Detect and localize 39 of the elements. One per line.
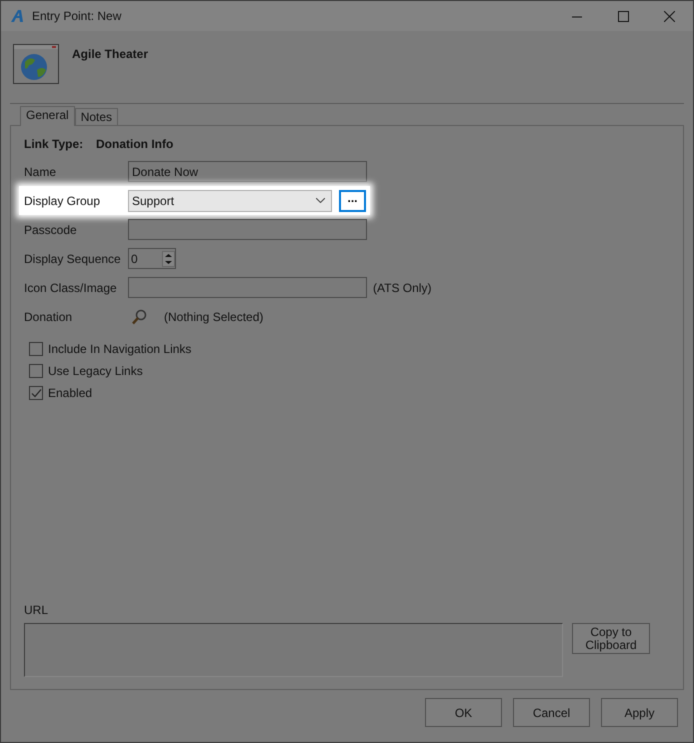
dialog-button[interactable]: Cancel bbox=[513, 698, 590, 727]
up-down-arrows-icon[interactable] bbox=[162, 250, 175, 266]
magnifier-icon[interactable] bbox=[131, 308, 147, 324]
checkbox[interactable] bbox=[29, 386, 43, 400]
number-spinner[interactable]: 0 bbox=[128, 248, 176, 269]
input-field[interactable] bbox=[128, 277, 367, 298]
dialog-button[interactable]: OK bbox=[425, 698, 502, 727]
checkbox-label[interactable]: Enabled bbox=[48, 386, 92, 400]
close-icon[interactable] bbox=[664, 10, 675, 22]
browse-button[interactable]: ... bbox=[339, 190, 366, 212]
copy-button[interactable]: Copy to Clipboard bbox=[572, 623, 650, 654]
tab[interactable]: Notes bbox=[74, 108, 118, 125]
selection-text: (Nothing Selected) bbox=[164, 310, 264, 324]
checkbox[interactable] bbox=[29, 342, 43, 356]
field-label: Donation bbox=[24, 310, 74, 324]
chevron-down-icon bbox=[316, 198, 325, 203]
link-type-label: Link Type: bbox=[24, 137, 84, 151]
dialog-button[interactable]: Apply bbox=[601, 698, 678, 727]
field-label: Passcode bbox=[24, 222, 78, 236]
checkbox-label[interactable]: Use Legacy Links bbox=[48, 364, 143, 378]
input-field[interactable]: Donate Now bbox=[128, 161, 367, 182]
logo-icon bbox=[10, 9, 26, 23]
url-label: URL bbox=[24, 603, 50, 617]
dropdown[interactable]: Support bbox=[128, 190, 332, 212]
maximize-icon[interactable] bbox=[618, 10, 629, 22]
field-label: Display Group bbox=[24, 194, 102, 208]
globe-window-icon bbox=[13, 44, 59, 84]
window-title: Entry Point: New bbox=[32, 9, 122, 23]
field-label: Name bbox=[24, 164, 58, 178]
input-field[interactable] bbox=[128, 219, 367, 240]
checkbox-label[interactable]: Include In Navigation Links bbox=[48, 342, 192, 356]
field-note: (ATS Only) bbox=[373, 280, 432, 294]
field-label: Icon Class/Image bbox=[24, 280, 118, 294]
header-title: Agile Theater bbox=[72, 47, 148, 61]
url-field[interactable] bbox=[24, 623, 563, 677]
field-label: Display Sequence bbox=[24, 252, 122, 266]
checkbox[interactable] bbox=[29, 364, 43, 378]
tab[interactable]: General bbox=[20, 106, 75, 126]
link-type-value: Donation Info bbox=[96, 137, 174, 151]
